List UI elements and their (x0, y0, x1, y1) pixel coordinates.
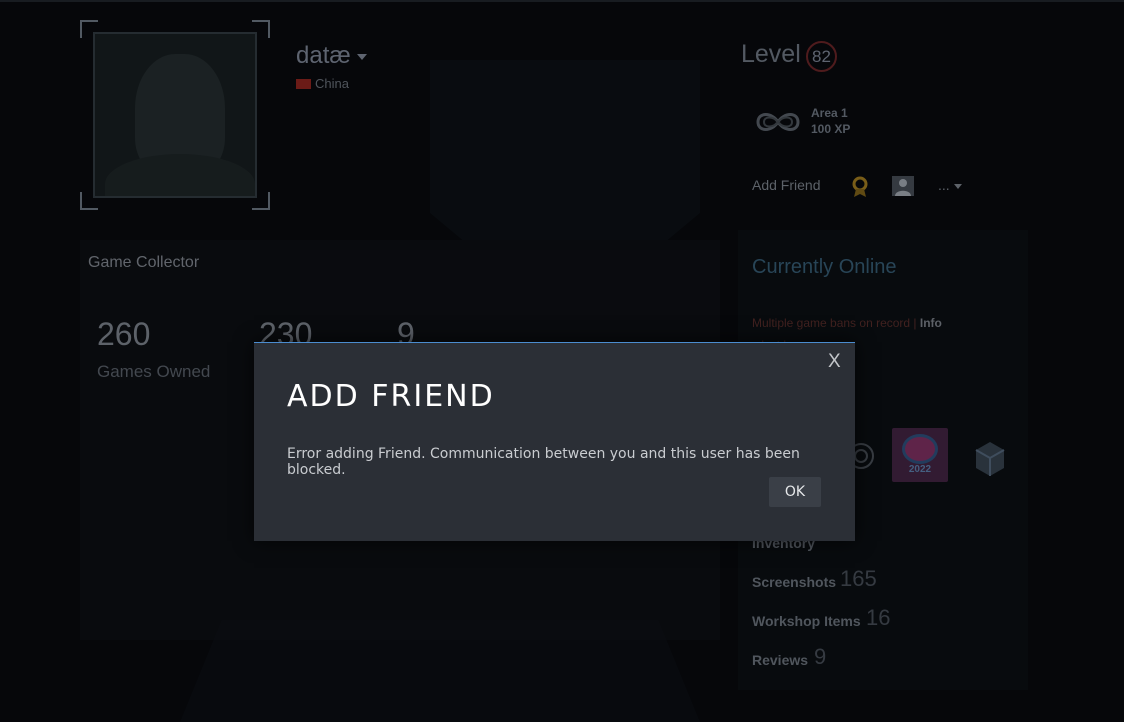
ok-button[interactable]: OK (769, 477, 821, 507)
close-icon[interactable]: X (828, 351, 841, 373)
add-friend-dialog: ADD FRIEND X Error adding Friend. Commun… (254, 342, 855, 541)
error-message: Error adding Friend. Communication betwe… (287, 446, 800, 478)
dialog-title: ADD FRIEND (287, 379, 495, 414)
